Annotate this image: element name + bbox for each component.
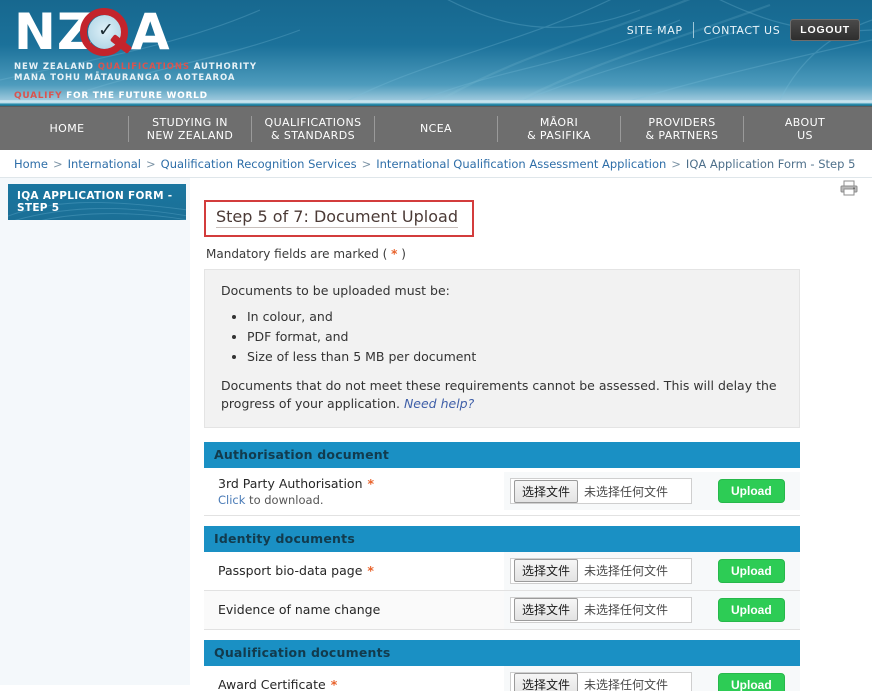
instructions-list: In colour, and PDF format, and Size of l… xyxy=(221,308,783,366)
document-row: Evidence of name change 选择文件 未选择任何文件 Upl… xyxy=(204,590,800,630)
logo-subtitle-mi: MANA TOHU MĀTAURANGA O AOTEAROA xyxy=(14,73,236,83)
breadcrumb-item-qualification-recognition-services[interactable]: Qualification Recognition Services xyxy=(161,157,357,171)
page-title: Step 5 of 7: Document Upload xyxy=(216,207,458,228)
document-label-text: Evidence of name change xyxy=(218,602,381,618)
file-input-evidence-of-name-change[interactable]: 选择文件 未选择任何文件 xyxy=(510,596,692,623)
upload-cell: Upload xyxy=(704,472,800,511)
utility-nav-divider xyxy=(692,22,694,38)
document-label: Evidence of name change xyxy=(204,594,504,625)
breadcrumb-item-current: IQA Application Form - Step 5 xyxy=(685,156,856,171)
document-row: Award Certificate * 选择文件 未选择任何文件 Upload xyxy=(204,665,800,691)
nav-item-providers-and-partners[interactable]: PROVIDERS & PARTNERS xyxy=(621,116,743,142)
document-label: 3rd Party Authorisation * Click to downlo… xyxy=(204,468,504,515)
section-heading-qualification: Qualification documents xyxy=(204,639,800,666)
section-body-identity: Passport bio-data page * 选择文件 未选择任何文件 Upl… xyxy=(204,551,800,630)
nav-item-maori-and-pasifika[interactable]: MĀORI & PASIFIKA xyxy=(498,116,620,142)
instructions-list-item: PDF format, and xyxy=(247,328,783,346)
page-body: IQA APPLICATION FORM - STEP 5 Step 5 of … xyxy=(0,178,872,691)
file-input-passport-bio-data-page[interactable]: 选择文件 未选择任何文件 xyxy=(510,557,692,584)
nav-item-about-us[interactable]: ABOUT US xyxy=(744,116,866,142)
choose-file-button[interactable]: 选择文件 xyxy=(514,479,579,503)
choose-file-button[interactable]: 选择文件 xyxy=(514,559,579,583)
need-help-link[interactable]: Need help? xyxy=(404,396,474,411)
main-navigation: HOME STUDYING IN NEW ZEALAND QUALIFICATI… xyxy=(0,106,872,150)
site-banner: NZ A ✓ NEW ZEALAND QUALIFICATIONS AUTHOR… xyxy=(0,0,872,100)
logo-mark: NZ A ✓ xyxy=(14,4,194,60)
document-row: Passport bio-data page * 选择文件 未选择任何文件 Upl… xyxy=(204,551,800,591)
upload-cell: Upload xyxy=(704,665,800,691)
file-name-text: 未选择任何文件 xyxy=(584,678,669,691)
site-map-link[interactable]: SITE MAP xyxy=(627,24,683,37)
breadcrumb-item-international[interactable]: International xyxy=(68,157,141,171)
section-heading-authorisation: Authorisation document xyxy=(204,441,800,468)
document-label-text: Award Certificate xyxy=(218,677,326,691)
nav-item-qualifications-and-standards[interactable]: QUALIFICATIONS & STANDARDS xyxy=(252,116,374,142)
contact-us-link[interactable]: CONTACT US xyxy=(704,24,781,37)
logo-subtitle-en: NEW ZEALAND QUALIFICATIONS AUTHORITY xyxy=(14,62,257,72)
breadcrumb-separator: > xyxy=(361,156,372,171)
instructions-list-item: In colour, and xyxy=(247,308,783,326)
breadcrumb-separator: > xyxy=(146,156,156,171)
document-row: 3rd Party Authorisation * Click to downlo… xyxy=(204,467,800,516)
sidebar-heading-label: IQA APPLICATION FORM - STEP 5 xyxy=(17,190,173,214)
breadcrumb-separator: > xyxy=(671,156,681,171)
print-icon[interactable] xyxy=(840,180,858,196)
upload-cell: Upload xyxy=(704,590,800,629)
required-asterisk: * xyxy=(367,563,374,579)
breadcrumb-separator: > xyxy=(52,156,63,171)
upload-button[interactable]: Upload xyxy=(718,558,785,583)
breadcrumb-item-home[interactable]: Home xyxy=(14,157,48,171)
instructions-panel: Documents to be uploaded must be: In col… xyxy=(204,269,800,428)
file-name-text: 未选择任何文件 xyxy=(584,564,669,579)
sidebar: IQA APPLICATION FORM - STEP 5 xyxy=(0,178,190,685)
upload-cell: Upload xyxy=(704,551,800,590)
required-asterisk: * xyxy=(367,475,375,491)
choose-file-button[interactable]: 选择文件 xyxy=(514,598,579,622)
nav-item-home[interactable]: HOME xyxy=(6,122,128,135)
logo-tagline-en: QUALIFY FOR THE FUTURE WORLD xyxy=(14,91,208,100)
document-sections: Authorisation document 3rd Party Authori… xyxy=(204,441,800,691)
document-label: Passport bio-data page * xyxy=(204,555,504,586)
document-file-cell: 选择文件 未选择任何文件 xyxy=(504,551,704,590)
document-label-text: 3rd Party Authorisation xyxy=(218,475,363,491)
file-name-text: 未选择任何文件 xyxy=(584,484,669,499)
upload-button[interactable]: Upload xyxy=(718,672,785,691)
nav-item-studying-in-new-zealand[interactable]: STUDYING IN NEW ZEALAND xyxy=(129,116,251,142)
document-file-cell: 选择文件 未选择任何文件 xyxy=(504,590,704,629)
file-input-3rd-party-authorisation[interactable]: 选择文件 未选择任何文件 xyxy=(510,478,692,505)
section-heading-identity: Identity documents xyxy=(204,525,800,552)
document-label-text: Passport bio-data page xyxy=(218,563,363,579)
required-asterisk: * xyxy=(330,677,338,691)
document-label: Award Certificate * xyxy=(204,669,504,691)
breadcrumb: Home > International > Qualification Rec… xyxy=(0,150,872,178)
instructions-list-item: Size of less than 5 MB per document xyxy=(247,348,783,366)
upload-button[interactable]: Upload xyxy=(718,597,785,622)
file-input-award-certificate[interactable]: 选择文件 未选择任何文件 xyxy=(510,671,692,691)
nav-item-ncea[interactable]: NCEA xyxy=(375,122,497,135)
print-row xyxy=(190,178,872,200)
upload-button[interactable]: Upload xyxy=(718,479,785,504)
breadcrumb-item-iqa-application[interactable]: International Qualification Assessment A… xyxy=(376,157,666,171)
instructions-intro: Documents to be uploaded must be: xyxy=(221,283,450,298)
section-body-authorisation: 3rd Party Authorisation * Click to downlo… xyxy=(204,467,800,516)
document-file-cell: 选择文件 未选择任何文件 xyxy=(504,472,704,511)
instructions-tail: Documents that do not meet these require… xyxy=(221,377,777,411)
sidebar-heading: IQA APPLICATION FORM - STEP 5 xyxy=(8,184,186,220)
document-file-cell: 选择文件 未选择任何文件 xyxy=(504,665,704,691)
step-title-highlight: Step 5 of 7: Document Upload xyxy=(204,200,474,237)
document-sublabel: Click to download. xyxy=(218,492,324,507)
file-name-text: 未选择任何文件 xyxy=(584,603,669,618)
mandatory-note: Mandatory fields are marked ( * ) xyxy=(206,247,406,261)
utility-nav: SITE MAP CONTACT US LOGOUT xyxy=(627,19,860,41)
logout-button[interactable]: LOGOUT xyxy=(790,19,860,41)
main-content: Step 5 of 7: Document Upload Mandatory f… xyxy=(190,178,872,691)
download-link[interactable]: Click xyxy=(218,493,245,507)
choose-file-button[interactable]: 选择文件 xyxy=(514,673,579,691)
nzqa-logo[interactable]: NZ A ✓ NEW ZEALAND QUALIFICATIONS AUTHOR… xyxy=(14,4,344,100)
section-body-qualification: Award Certificate * 选择文件 未选择任何文件 Upload xyxy=(204,665,800,691)
